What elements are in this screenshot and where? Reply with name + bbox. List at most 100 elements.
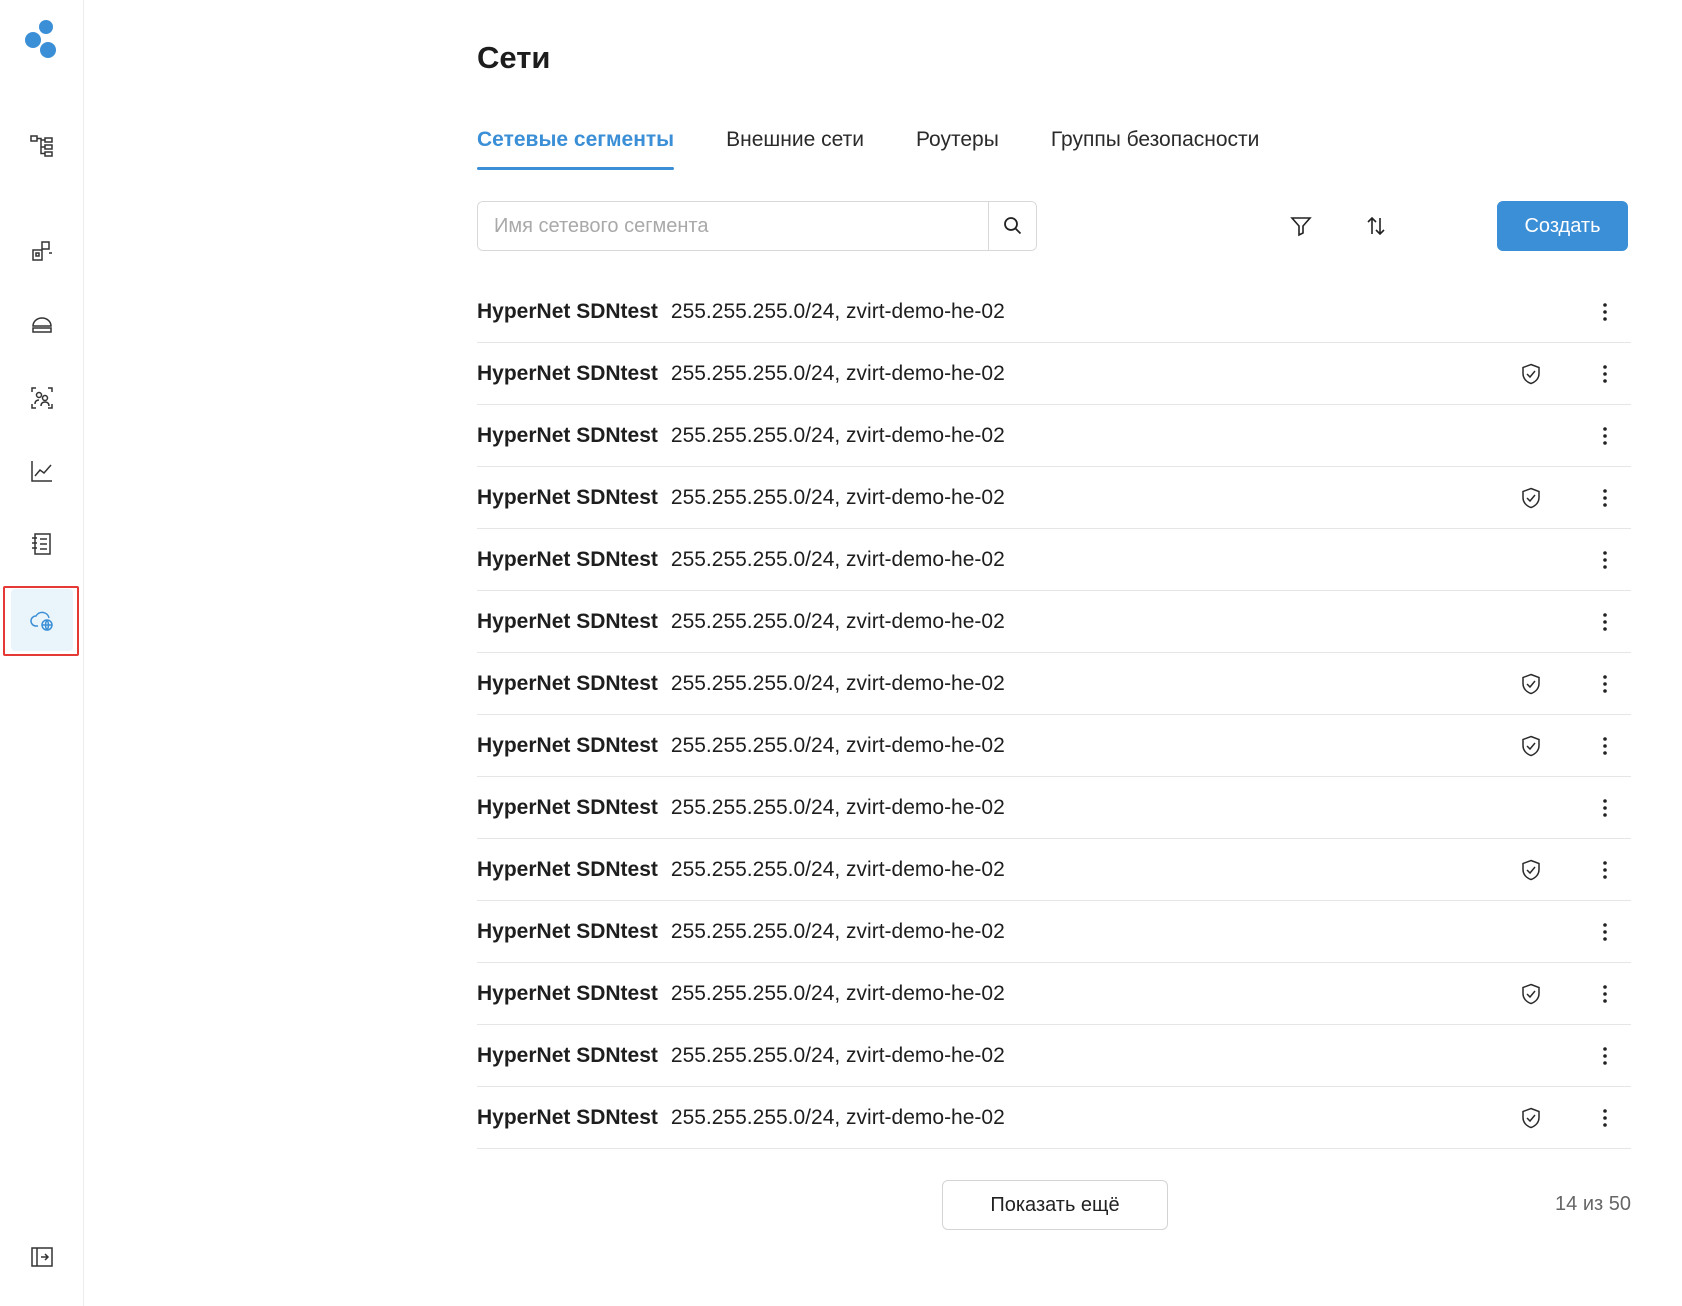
row-menu-button[interactable] (1593, 732, 1617, 760)
more-vertical-icon (1603, 427, 1607, 445)
segment-detail: 255.255.255.0/24, zvirt-demo-he-02 (670, 671, 1005, 695)
segment-detail: 255.255.255.0/24, zvirt-demo-he-02 (670, 299, 1005, 323)
segment-name: HyperNet SDNtest (477, 1043, 658, 1067)
row-menu-button[interactable] (1593, 360, 1617, 388)
table-row[interactable]: HyperNet SDNtest 255.255.255.0/24, zvirt-… (477, 715, 1631, 777)
hierarchy-tree-icon (30, 135, 53, 157)
row-menu-button[interactable] (1593, 856, 1617, 884)
table-row[interactable]: HyperNet SDNtest 255.255.255.0/24, zvirt-… (477, 777, 1631, 839)
sidebar-item-hierarchy[interactable] (11, 115, 73, 177)
show-more-button[interactable]: Показать ещё (942, 1180, 1168, 1230)
sidebar-item-monitoring[interactable] (11, 440, 73, 502)
row-menu-button[interactable] (1593, 794, 1617, 822)
table-row[interactable]: HyperNet SDNtest 255.255.255.0/24, zvirt-… (477, 1087, 1631, 1149)
sidebar-item-storage[interactable] (11, 293, 73, 355)
row-menu-button[interactable] (1593, 608, 1617, 636)
segment-name: HyperNet SDNtest (477, 423, 658, 447)
table-row[interactable]: HyperNet SDNtest 255.255.255.0/24, zvirt-… (477, 405, 1631, 467)
row-menu-button[interactable] (1593, 1042, 1617, 1070)
create-button[interactable]: Создать (1497, 201, 1628, 251)
shield-check-icon (1522, 487, 1540, 509)
shield-check-icon (1522, 983, 1540, 1005)
segment-name: HyperNet SDNtest (477, 1105, 658, 1129)
users-group-icon (31, 387, 53, 409)
segment-detail: 255.255.255.0/24, zvirt-demo-he-02 (670, 547, 1005, 571)
shield-check-icon (1522, 1107, 1540, 1129)
segment-detail: 255.255.255.0/24, zvirt-demo-he-02 (670, 795, 1005, 819)
more-vertical-icon (1603, 985, 1607, 1003)
more-vertical-icon (1603, 737, 1607, 755)
search-button[interactable] (988, 202, 1036, 250)
table-row[interactable]: HyperNet SDNtest 255.255.255.0/24, zvirt-… (477, 1025, 1631, 1087)
row-menu-button[interactable] (1593, 980, 1617, 1008)
segment-detail: 255.255.255.0/24, zvirt-demo-he-02 (670, 1043, 1005, 1067)
segment-name: HyperNet SDNtest (477, 733, 658, 757)
search-icon (1003, 217, 1021, 235)
segment-name: HyperNet SDNtest (477, 609, 658, 633)
sidebar-item-networks[interactable] (11, 589, 73, 651)
row-menu-button[interactable] (1593, 422, 1617, 450)
shield-check-icon (1522, 735, 1540, 757)
table-row[interactable]: HyperNet SDNtest 255.255.255.0/24, zvirt-… (477, 901, 1631, 963)
segment-detail: 255.255.255.0/24, zvirt-demo-he-02 (670, 1105, 1005, 1129)
row-menu-button[interactable] (1593, 670, 1617, 698)
segment-detail: 255.255.255.0/24, zvirt-demo-he-02 (670, 485, 1005, 509)
row-menu-button[interactable] (1593, 484, 1617, 512)
tab-routers[interactable]: Роутеры (916, 126, 999, 170)
row-menu-button[interactable] (1593, 298, 1617, 326)
row-menu-button[interactable] (1593, 918, 1617, 946)
row-menu-button[interactable] (1593, 1104, 1617, 1132)
cloud-network-icon (30, 611, 53, 631)
sidebar-collapse-button[interactable] (11, 1226, 73, 1288)
shield-check-icon (1522, 363, 1540, 385)
more-vertical-icon (1603, 1047, 1607, 1065)
table-row[interactable]: HyperNet SDNtest 255.255.255.0/24, zvirt-… (477, 467, 1631, 529)
tab-security-groups[interactable]: Группы безопасности (1051, 126, 1260, 170)
segment-detail: 255.255.255.0/24, zvirt-demo-he-02 (670, 981, 1005, 1005)
search-input[interactable] (478, 202, 988, 250)
more-vertical-icon (1603, 675, 1607, 693)
storage-icon (32, 317, 52, 333)
segment-name: HyperNet SDNtest (477, 299, 658, 323)
filter-button[interactable] (1282, 207, 1320, 245)
chart-line-icon (31, 461, 52, 482)
segment-detail: 255.255.255.0/24, zvirt-demo-he-02 (670, 857, 1005, 881)
segment-detail: 255.255.255.0/24, zvirt-demo-he-02 (670, 919, 1005, 943)
segment-detail: 255.255.255.0/24, zvirt-demo-he-02 (670, 733, 1005, 757)
logo-icon[interactable] (22, 18, 62, 62)
sidebar-item-resources[interactable] (11, 220, 73, 282)
sidebar (0, 0, 84, 1306)
table-row[interactable]: HyperNet SDNtest 255.255.255.0/24, zvirt-… (477, 281, 1631, 343)
row-menu-button[interactable] (1593, 546, 1617, 574)
shield-check-icon (1522, 673, 1540, 695)
segment-detail: 255.255.255.0/24, zvirt-demo-he-02 (670, 361, 1005, 385)
pagination-count: 14 из 50 (1555, 1193, 1631, 1215)
sidebar-item-logs[interactable] (11, 513, 73, 575)
sort-arrows-icon (1367, 216, 1385, 236)
more-vertical-icon (1603, 799, 1607, 817)
more-vertical-icon (1603, 365, 1607, 383)
more-vertical-icon (1603, 551, 1607, 569)
segment-name: HyperNet SDNtest (477, 485, 658, 509)
segment-name: HyperNet SDNtest (477, 919, 658, 943)
more-vertical-icon (1603, 489, 1607, 507)
sort-button[interactable] (1357, 207, 1395, 245)
segment-detail: 255.255.255.0/24, zvirt-demo-he-02 (670, 423, 1005, 447)
more-vertical-icon (1603, 923, 1607, 941)
segment-list: HyperNet SDNtest 255.255.255.0/24, zvirt-… (477, 281, 1631, 1149)
table-row[interactable]: HyperNet SDNtest 255.255.255.0/24, zvirt-… (477, 653, 1631, 715)
tab-network-segments[interactable]: Сетевые сегменты (477, 126, 675, 170)
sidebar-item-users[interactable] (11, 367, 73, 429)
shield-check-icon (1522, 859, 1540, 881)
segment-name: HyperNet SDNtest (477, 547, 658, 571)
segment-name: HyperNet SDNtest (477, 981, 658, 1005)
segment-name: HyperNet SDNtest (477, 361, 658, 385)
table-row[interactable]: HyperNet SDNtest 255.255.255.0/24, zvirt-… (477, 343, 1631, 405)
tab-external-networks[interactable]: Внешние сети (726, 126, 864, 170)
table-row[interactable]: HyperNet SDNtest 255.255.255.0/24, zvirt-… (477, 963, 1631, 1025)
table-row[interactable]: HyperNet SDNtest 255.255.255.0/24, zvirt-… (477, 529, 1631, 591)
table-row[interactable]: HyperNet SDNtest 255.255.255.0/24, zvirt-… (477, 839, 1631, 901)
segment-detail: 255.255.255.0/24, zvirt-demo-he-02 (670, 609, 1005, 633)
resources-icon (32, 241, 52, 261)
table-row[interactable]: HyperNet SDNtest 255.255.255.0/24, zvirt-… (477, 591, 1631, 653)
